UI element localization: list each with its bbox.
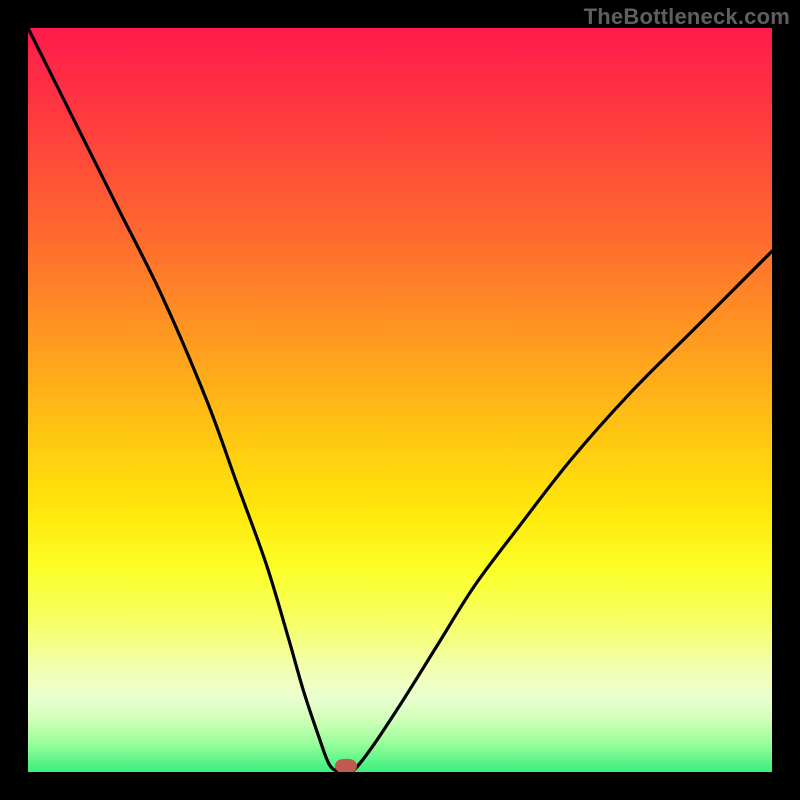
chart-frame: TheBottleneck.com (0, 0, 800, 800)
plot-area (28, 28, 772, 772)
bottleneck-curve (28, 28, 772, 772)
watermark-text: TheBottleneck.com (584, 4, 790, 30)
minimum-marker (335, 759, 357, 772)
